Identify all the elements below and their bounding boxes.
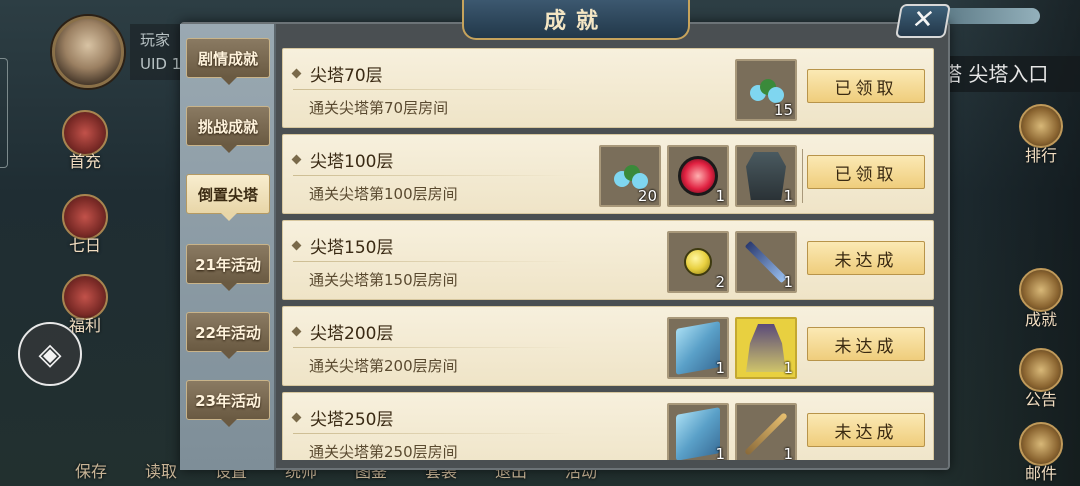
mail-label: 邮件 bbox=[1024, 464, 1057, 483]
achievement-title: 尖塔100层 bbox=[291, 147, 394, 172]
reward-count: 15 bbox=[773, 101, 793, 119]
reward-count: 1 bbox=[783, 359, 793, 377]
achievement-description: 通关尖塔第150层房间 bbox=[309, 271, 458, 289]
reward-count: 1 bbox=[715, 187, 725, 205]
reward-count: 1 bbox=[715, 359, 725, 377]
notice-label: 公告 bbox=[1024, 390, 1057, 409]
warrior-figure-icon bbox=[746, 324, 786, 372]
welfare-label: 福利 bbox=[68, 316, 101, 335]
diamond-bullet-icon bbox=[291, 412, 302, 423]
achievement-description: 通关尖塔第250层房间 bbox=[309, 443, 458, 460]
close-icon: ✕ bbox=[909, 5, 937, 35]
achievement-title-text: 尖塔250层 bbox=[310, 410, 394, 430]
achievement-title: 尖塔70层 bbox=[291, 61, 383, 86]
first-recharge-label: 首充 bbox=[68, 152, 101, 171]
reward-list: 2 1 bbox=[667, 231, 797, 293]
achievement-description: 通关尖塔第100层房间 bbox=[309, 185, 458, 203]
reward-slot[interactable]: 1 bbox=[667, 403, 729, 460]
red-clock-icon bbox=[678, 156, 718, 196]
status-button[interactable]: 已领取 bbox=[807, 155, 925, 189]
diamond-bullet-icon bbox=[291, 240, 302, 251]
category-tabs: 剧情成就 挑战成就 倒置尖塔 21年活动 22年活动 23年活动 bbox=[180, 24, 276, 470]
reward-slot[interactable]: 1 bbox=[735, 317, 797, 379]
status-button[interactable]: 已领取 bbox=[807, 69, 925, 103]
achievement-title: 尖塔150层 bbox=[291, 233, 394, 258]
blue-blade-icon bbox=[744, 240, 788, 284]
reward-count: 1 bbox=[783, 187, 793, 205]
mail-button[interactable]: 邮件 bbox=[1012, 422, 1070, 484]
achievement-description: 通关尖塔第70层房间 bbox=[309, 99, 449, 117]
tab-inverted-tower[interactable]: 倒置尖塔 bbox=[186, 174, 270, 221]
achievement-label: 成就 bbox=[1024, 310, 1057, 329]
reward-count: 1 bbox=[715, 445, 725, 460]
tab-story-achievements[interactable]: 剧情成就 bbox=[186, 38, 270, 85]
diamond-bullet-icon bbox=[291, 68, 302, 79]
status-button[interactable]: 未达成 bbox=[807, 413, 925, 447]
reward-slot[interactable]: 1 bbox=[735, 231, 797, 293]
reward-count: 1 bbox=[783, 273, 793, 291]
reward-count: 2 bbox=[715, 273, 725, 291]
achievement-row: 尖塔100层 通关尖塔第100层房间 20 1 1 已领取 bbox=[282, 134, 934, 214]
gold-coin-icon bbox=[684, 248, 712, 276]
ranking-label: 排行 bbox=[1024, 146, 1057, 165]
seven-day-label: 七日 bbox=[68, 236, 101, 255]
blue-book-icon bbox=[676, 321, 720, 375]
achievement-list[interactable]: 尖塔70层 通关尖塔第70层房间 15 已领取 尖塔100层 通关尖塔第100层… bbox=[282, 44, 940, 460]
reward-slot[interactable]: 1 bbox=[735, 145, 797, 207]
achievement-title-text: 尖塔70层 bbox=[310, 66, 383, 86]
diamond-bullet-icon bbox=[291, 326, 302, 337]
achievement-title-text: 尖塔150层 bbox=[310, 238, 394, 258]
reward-slot[interactable]: 20 bbox=[599, 145, 661, 207]
reward-slot[interactable]: 1 bbox=[667, 145, 729, 207]
reward-count: 20 bbox=[637, 187, 657, 205]
avatar[interactable] bbox=[52, 16, 124, 88]
achievement-row: 尖塔200层 通关尖塔第200层房间 1 1 未达成 bbox=[282, 306, 934, 386]
reward-slot[interactable]: 1 bbox=[667, 317, 729, 379]
tower-entrance-button[interactable]: 塔 尖塔入口 bbox=[930, 56, 1080, 92]
tab-2023-events[interactable]: 23年活动 bbox=[186, 380, 270, 427]
side-handle[interactable] bbox=[0, 58, 8, 168]
reward-list: 15 bbox=[735, 59, 797, 121]
seven-day-button[interactable]: 七日 bbox=[54, 194, 116, 256]
achievement-title: 尖塔250层 bbox=[291, 405, 394, 430]
reward-slot[interactable]: 1 bbox=[735, 403, 797, 460]
achievement-title-text: 尖塔200层 bbox=[310, 324, 394, 344]
achievement-title-text: 尖塔100层 bbox=[310, 152, 394, 172]
tab-challenge-achievements[interactable]: 挑战成就 bbox=[186, 106, 270, 153]
tab-2022-events[interactable]: 22年活动 bbox=[186, 312, 270, 359]
reward-list: 1 1 bbox=[667, 317, 797, 379]
achievement-row: 尖塔70层 通关尖塔第70层房间 15 已领取 bbox=[282, 48, 934, 128]
achievement-row: 尖塔150层 通关尖塔第150层房间 2 1 未达成 bbox=[282, 220, 934, 300]
golden-spear-icon bbox=[744, 412, 788, 456]
tab-2021-events[interactable]: 21年活动 bbox=[186, 244, 270, 291]
achievement-title: 尖塔200层 bbox=[291, 319, 394, 344]
ranking-button[interactable]: 排行 bbox=[1012, 104, 1070, 166]
achievement-description: 通关尖塔第200层房间 bbox=[309, 357, 458, 375]
reward-count: 1 bbox=[783, 445, 793, 460]
first-recharge-button[interactable]: 首充 bbox=[54, 110, 116, 172]
close-button[interactable]: ✕ bbox=[895, 4, 951, 38]
reward-list: 1 1 bbox=[667, 403, 797, 460]
panel-title: 成就 bbox=[462, 0, 690, 40]
blue-book-icon bbox=[676, 407, 720, 460]
dark-armor-icon bbox=[746, 152, 786, 200]
status-button[interactable]: 未达成 bbox=[807, 327, 925, 361]
achievement-row: 尖塔250层 通关尖塔第250层房间 1 1 未达成 bbox=[282, 392, 934, 460]
notice-button[interactable]: 公告 bbox=[1012, 348, 1070, 410]
diamond-bullet-icon bbox=[291, 154, 302, 165]
bottom-item-save[interactable]: 保存 bbox=[56, 458, 126, 486]
reward-slot[interactable]: 2 bbox=[667, 231, 729, 293]
cube-icon: ◈ bbox=[38, 336, 62, 372]
achievement-button[interactable]: 成就 bbox=[1012, 268, 1070, 330]
reward-list: 20 1 1 bbox=[599, 145, 797, 207]
status-button[interactable]: 未达成 bbox=[807, 241, 925, 275]
reward-slot[interactable]: 15 bbox=[735, 59, 797, 121]
